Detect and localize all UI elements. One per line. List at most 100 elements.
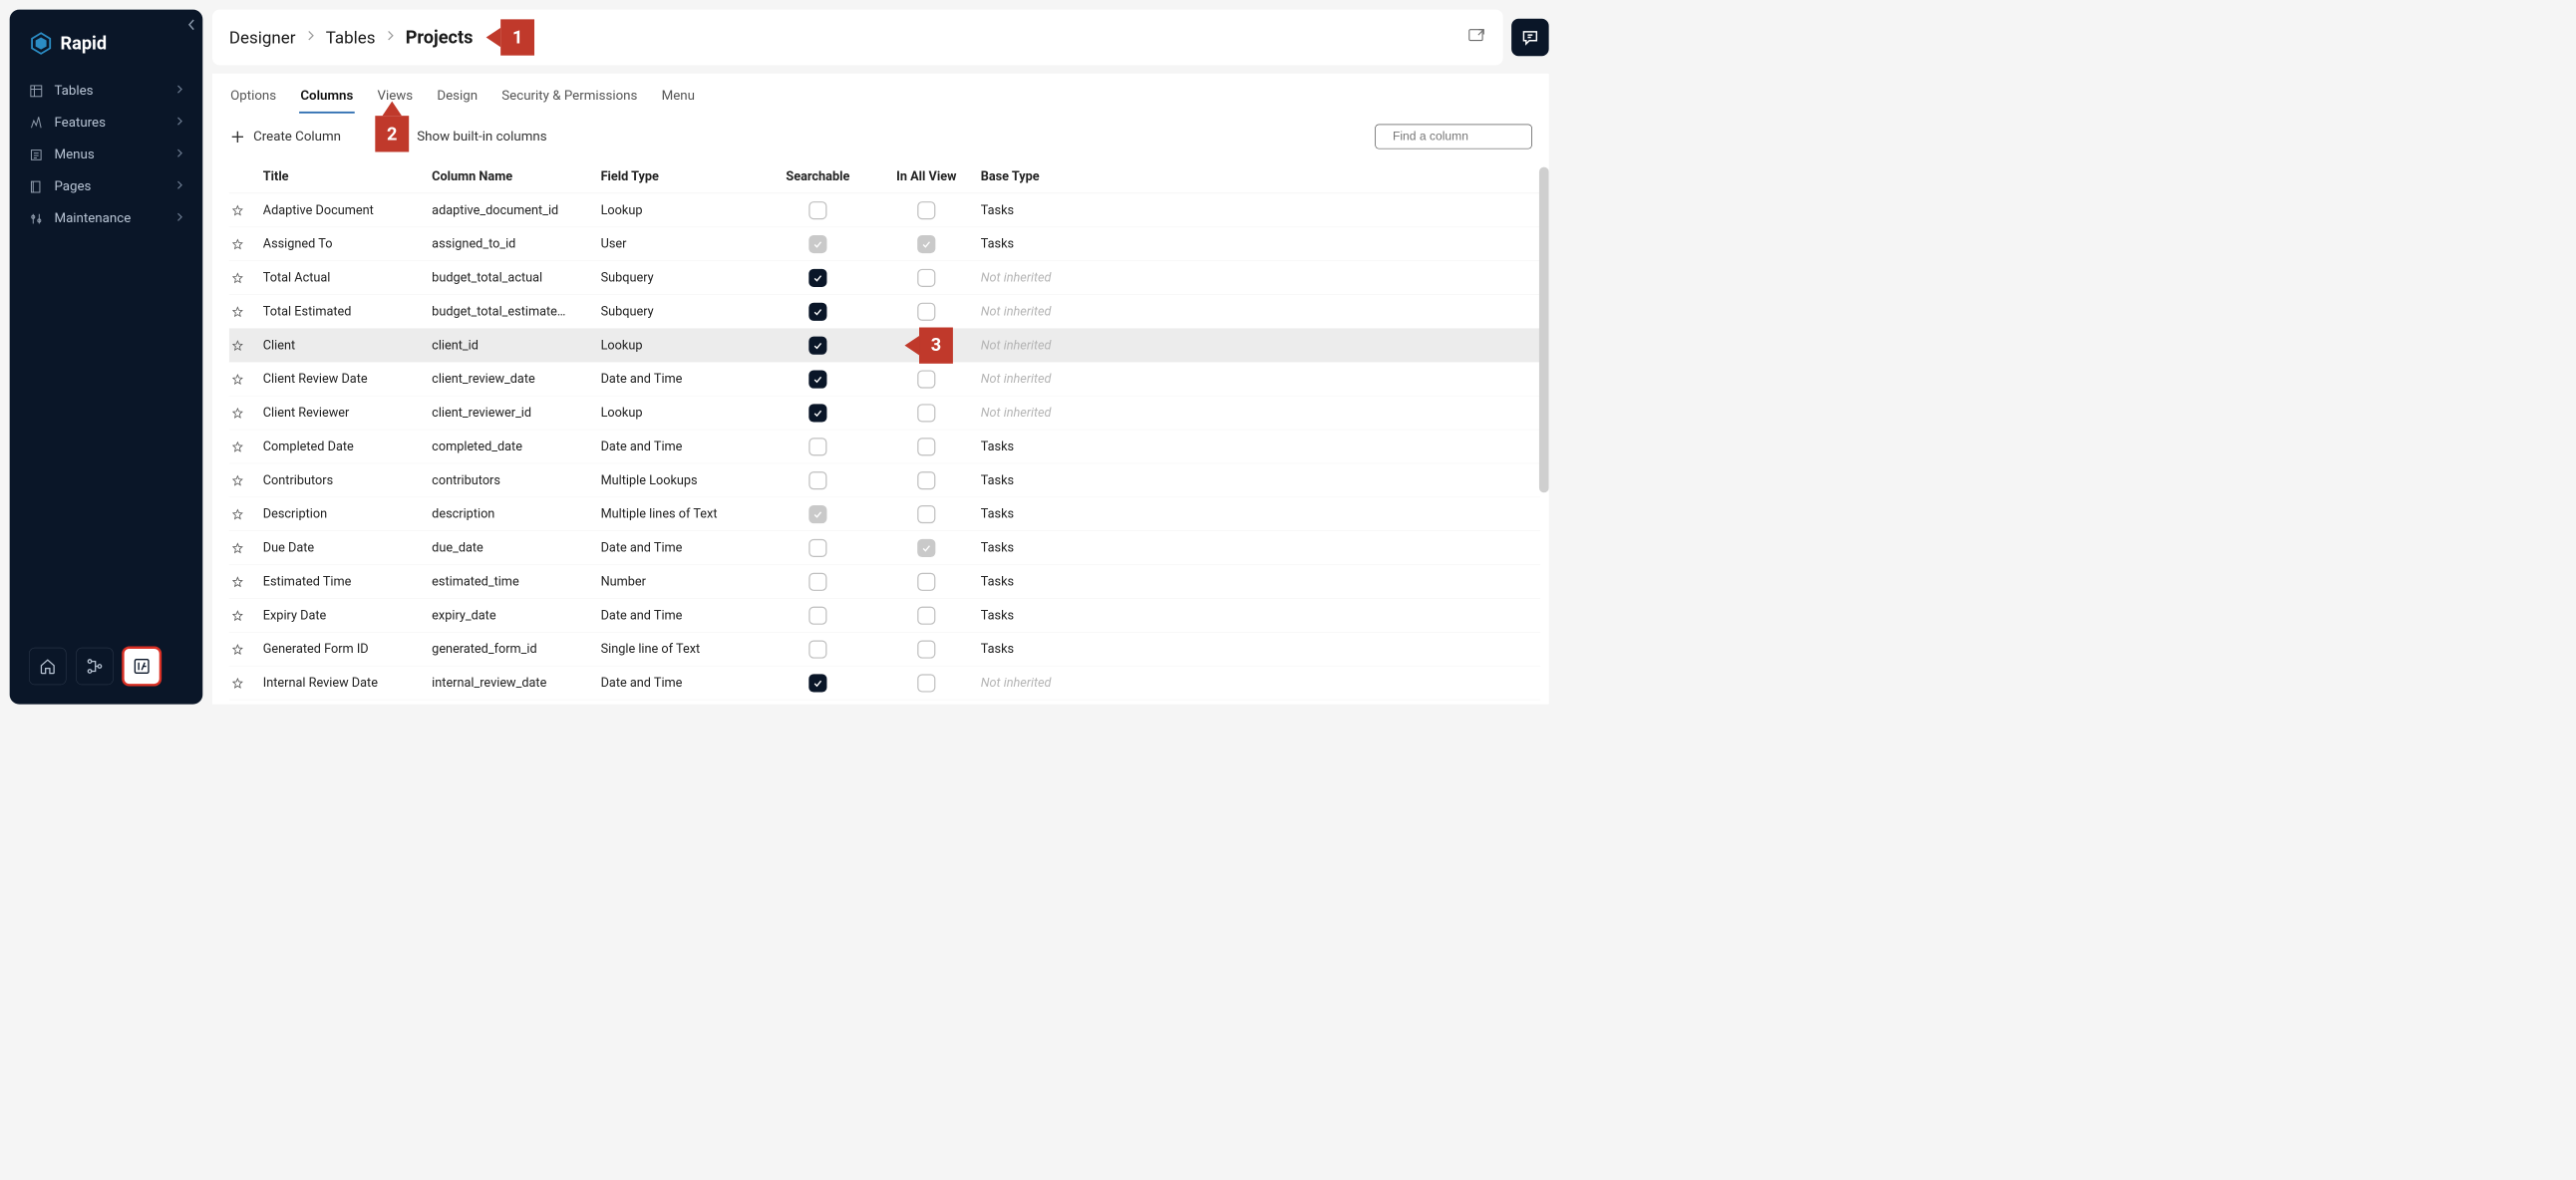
checkbox[interactable]	[917, 572, 935, 590]
breadcrumb: Designer Tables Projects 1	[212, 10, 1503, 66]
col-allview[interactable]: In All View	[872, 169, 981, 184]
search-input[interactable]	[1393, 130, 1552, 144]
show-builtin-toggle[interactable]: Show built-in columns	[393, 129, 547, 145]
col-basetype[interactable]: Base Type	[981, 169, 1114, 184]
star-icon[interactable]	[229, 373, 263, 385]
table-row[interactable]: Client client_id Lookup Not inherited 3	[229, 329, 1540, 363]
star-icon[interactable]	[229, 272, 263, 284]
home-button[interactable]	[29, 648, 67, 686]
cell-name: budget_total_actual	[432, 270, 600, 285]
cell-title: Assigned To	[263, 236, 432, 251]
nav-label: Features	[54, 116, 164, 131]
table-row[interactable]: Completed Date completed_date Date and T…	[229, 430, 1540, 463]
checkbox[interactable]	[917, 404, 935, 422]
breadcrumb-designer[interactable]: Designer	[229, 28, 296, 48]
checkbox[interactable]	[917, 370, 935, 388]
star-icon[interactable]	[229, 542, 263, 554]
table-row[interactable]: Expiry Date expiry_date Date and Time Ta…	[229, 599, 1540, 633]
checkbox[interactable]	[917, 640, 935, 658]
checkbox[interactable]	[917, 201, 935, 219]
table-row[interactable]: Total Actual budget_total_actual Subquer…	[229, 261, 1540, 295]
tab-design[interactable]: Design	[436, 82, 479, 113]
checkbox[interactable]	[917, 539, 935, 557]
col-type[interactable]: Field Type	[601, 169, 764, 184]
checkbox[interactable]	[808, 505, 826, 523]
checkbox[interactable]	[808, 336, 826, 354]
checkbox[interactable]	[808, 404, 826, 422]
create-column-button[interactable]: Create Column	[229, 129, 341, 146]
checkbox[interactable]	[917, 235, 935, 253]
cell-basetype: Tasks	[981, 507, 1114, 522]
checkbox[interactable]	[917, 674, 935, 692]
table-row[interactable]: Internal Review Date internal_review_dat…	[229, 667, 1540, 701]
checkbox[interactable]	[808, 370, 826, 388]
chat-button[interactable]	[1511, 19, 1549, 57]
table-row[interactable]: Due Date due_date Date and Time Tasks	[229, 531, 1540, 565]
checkbox[interactable]	[917, 269, 935, 287]
col-name[interactable]: Column Name	[432, 169, 600, 184]
checkbox[interactable]	[808, 302, 826, 320]
star-icon[interactable]	[229, 609, 263, 621]
table-row[interactable]: Estimated Time estimated_time Number Tas…	[229, 565, 1540, 599]
checkbox[interactable]	[808, 235, 826, 253]
checkbox[interactable]	[808, 572, 826, 590]
checkbox[interactable]	[917, 471, 935, 489]
table-row[interactable]: Client Review Date client_review_date Da…	[229, 363, 1540, 397]
star-icon[interactable]	[229, 575, 263, 587]
cell-type: Subquery	[601, 270, 764, 285]
star-icon[interactable]	[229, 204, 263, 216]
star-icon[interactable]	[229, 339, 263, 351]
checkbox[interactable]	[808, 674, 826, 692]
sidebar-item-menus[interactable]: Menus	[10, 139, 203, 170]
open-external-icon[interactable]	[1468, 28, 1486, 48]
star-icon[interactable]	[229, 643, 263, 655]
checkbox[interactable]	[808, 269, 826, 287]
search-box[interactable]	[1375, 125, 1531, 149]
tab-columns[interactable]: Columns	[299, 82, 354, 113]
sidebar-item-features[interactable]: Features	[10, 107, 203, 139]
col-title[interactable]: Title	[263, 169, 432, 184]
star-icon[interactable]	[229, 407, 263, 419]
star-icon[interactable]	[229, 305, 263, 317]
logo: Rapid	[10, 24, 203, 75]
checkbox[interactable]	[808, 201, 826, 219]
nav-icon	[29, 116, 44, 131]
checkbox[interactable]	[808, 438, 826, 455]
breadcrumb-tables[interactable]: Tables	[326, 28, 376, 48]
checkbox[interactable]	[917, 606, 935, 624]
star-icon[interactable]	[229, 474, 263, 486]
checkbox[interactable]	[808, 606, 826, 624]
scrollbar[interactable]	[1539, 167, 1549, 493]
sidebar-collapse-button[interactable]	[187, 18, 197, 34]
sidebar-item-maintenance[interactable]: Maintenance	[10, 202, 203, 234]
checkbox[interactable]	[917, 438, 935, 455]
table-row[interactable]: Contributors contributors Multiple Looku…	[229, 463, 1540, 497]
sidebar-item-pages[interactable]: Pages	[10, 170, 203, 202]
annotation-2: 2	[375, 116, 409, 151]
sidebar-item-tables[interactable]: Tables	[10, 75, 203, 107]
tab-options[interactable]: Options	[229, 82, 277, 113]
table-row[interactable]: Total Estimated budget_total_estimate… S…	[229, 295, 1540, 329]
checkbox[interactable]	[808, 539, 826, 557]
checkbox[interactable]	[808, 471, 826, 489]
table-row[interactable]: Client Reviewer client_reviewer_id Looku…	[229, 396, 1540, 430]
cell-basetype: Tasks	[981, 236, 1114, 251]
star-icon[interactable]	[229, 677, 263, 689]
checkbox[interactable]	[917, 505, 935, 523]
workflow-button[interactable]	[76, 648, 114, 686]
nav-icon	[29, 84, 44, 99]
star-icon[interactable]	[229, 238, 263, 250]
checkbox[interactable]	[808, 640, 826, 658]
table-row[interactable]: Assigned To assigned_to_id User Tasks	[229, 227, 1540, 261]
star-icon[interactable]	[229, 441, 263, 452]
tab-menu[interactable]: Menu	[660, 82, 696, 113]
table-row[interactable]: Generated Form ID generated_form_id Sing…	[229, 633, 1540, 667]
designer-button[interactable]	[123, 648, 161, 686]
star-icon[interactable]	[229, 508, 263, 520]
col-searchable[interactable]: Searchable	[764, 169, 872, 184]
checkbox[interactable]	[917, 302, 935, 320]
table-row[interactable]: Adaptive Document adaptive_document_id L…	[229, 193, 1540, 227]
tab-security-permissions[interactable]: Security & Permissions	[500, 82, 639, 113]
table-row[interactable]: Description description Multiple lines o…	[229, 497, 1540, 531]
cell-allview	[872, 235, 981, 253]
